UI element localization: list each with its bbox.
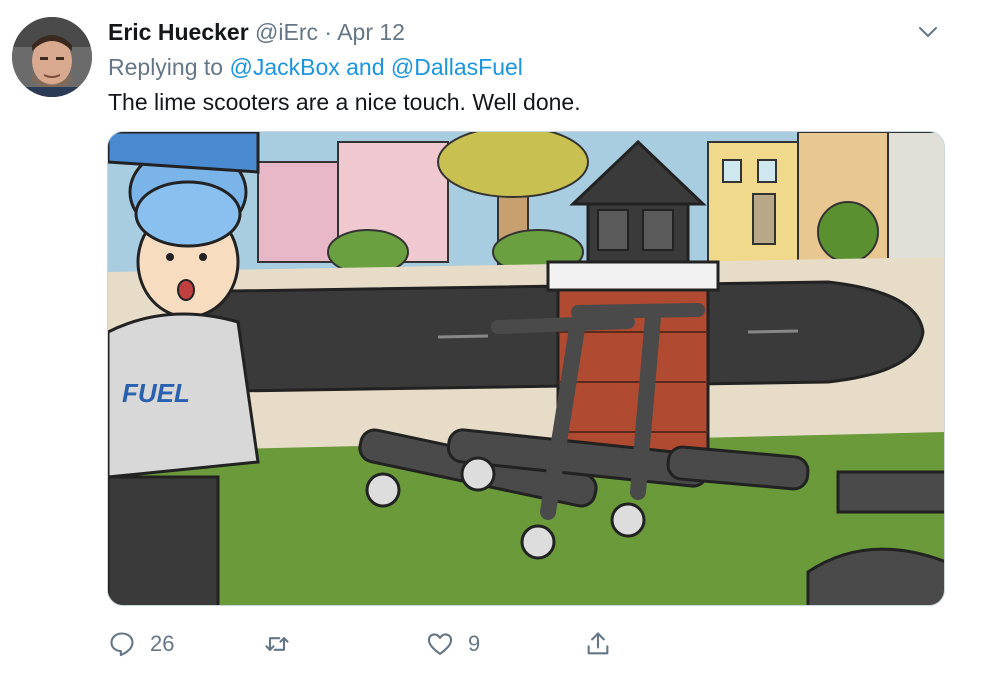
avatar[interactable] xyxy=(12,17,92,97)
tweet-image[interactable]: FUEL xyxy=(107,131,945,606)
retweet-button[interactable] xyxy=(263,626,305,662)
tweet-header: Eric Huecker @iErc · Apr 12 xyxy=(108,18,405,46)
chevron-down-icon[interactable] xyxy=(916,20,940,44)
hoodie-text: FUEL xyxy=(122,378,190,408)
mention-dallasfuel[interactable]: @DallasFuel xyxy=(391,54,523,80)
like-button[interactable]: 9 xyxy=(426,626,480,662)
mention-jackbox[interactable]: @JackBox xyxy=(229,54,339,80)
reply-prefix: Replying to xyxy=(108,54,224,80)
share-button[interactable] xyxy=(584,626,612,662)
reply-button[interactable]: 26 xyxy=(108,626,174,662)
author-handle[interactable]: @iErc xyxy=(255,19,318,45)
separator-dot: · xyxy=(324,19,333,45)
tweet-date[interactable]: Apr 12 xyxy=(337,19,405,45)
tweet-actions: 26 9 xyxy=(108,626,628,662)
tweet-text: The lime scooters are a nice touch. Well… xyxy=(108,89,581,115)
like-icon xyxy=(427,633,453,655)
share-icon xyxy=(587,632,609,655)
reply-icon xyxy=(110,632,134,657)
retweet-icon xyxy=(265,637,289,651)
replying-to: Replying to @JackBox and @DallasFuel xyxy=(108,53,523,81)
reply-and: and xyxy=(346,54,385,80)
reply-count: 26 xyxy=(150,631,175,656)
author-name[interactable]: Eric Huecker xyxy=(108,19,249,45)
like-count: 9 xyxy=(468,631,481,656)
